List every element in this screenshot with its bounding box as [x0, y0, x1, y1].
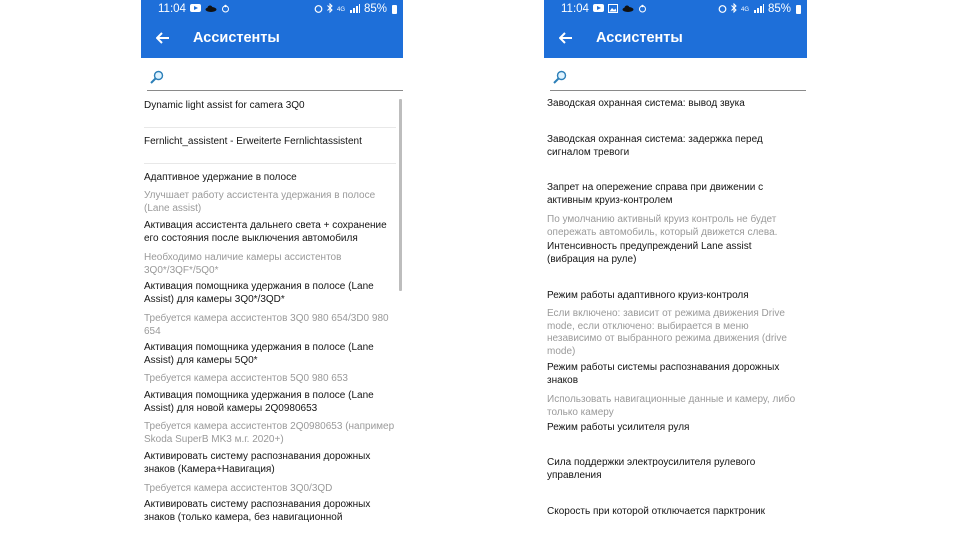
image-icon — [607, 3, 618, 15]
svg-text:4G: 4G — [337, 7, 345, 13]
item-title: Запрет на опережение справа при движении… — [547, 182, 764, 206]
item-title: Активация помощника удержания в полосе (… — [144, 342, 374, 366]
bluetooth-icon — [327, 2, 333, 15]
list-item[interactable]: Режим работы усилителя руля — [547, 421, 801, 434]
back-arrow-icon[interactable] — [153, 28, 173, 48]
list-item[interactable]: Активация помощника удержания в полосе (… — [144, 389, 396, 446]
item-title: Режим работы усилителя руля — [547, 422, 690, 433]
item-title: Заводская охранная система: вывод звука — [547, 98, 745, 109]
list-item[interactable]: Запрет на опережение справа при движении… — [547, 181, 801, 239]
right-screen: 11:04 4G 85% Ассистенты Заводская охранн… — [544, 0, 807, 540]
list-item[interactable]: Fernlicht_assistent - Erweiterte Fernlic… — [144, 135, 396, 148]
left-screen: 11:04 4G 85% Ассистенты Dynamic light as… — [141, 0, 403, 540]
item-title: Активировать систему распознавания дорож… — [144, 499, 371, 523]
item-description: По умолчанию активный круиз контроль не … — [547, 214, 778, 238]
divider — [144, 127, 396, 128]
list-item[interactable]: Заводская охранная система: вывод звука — [547, 97, 801, 110]
signal-icon — [349, 3, 360, 15]
list-item[interactable]: Сила поддержки электроусилителя рулевого… — [547, 456, 801, 482]
item-title: Режим работы адаптивного круиз-контроля — [547, 290, 749, 301]
item-title: Адаптивное удержание в полосе — [144, 172, 297, 183]
item-title: Скорость при которой отключается парктро… — [547, 506, 766, 517]
list-item[interactable]: Заводская охранная система: задержка пер… — [547, 133, 801, 159]
bug-icon — [221, 4, 230, 15]
volte-icon: 4G — [741, 4, 750, 15]
status-time: 11:04 — [158, 3, 186, 15]
item-description: Требуется камера ассистентов 5Q0 980 653 — [144, 373, 348, 384]
status-time: 11:04 — [561, 3, 589, 15]
cloud-icon — [205, 5, 217, 14]
list-item[interactable]: Скорость при которой отключается парктро… — [547, 505, 801, 518]
youtube-icon — [592, 4, 604, 14]
back-arrow-icon[interactable] — [556, 28, 576, 48]
battery-percent: 85% — [767, 3, 791, 15]
list-item[interactable]: Активация помощника удержания в полосе (… — [144, 341, 396, 386]
divider — [144, 163, 396, 164]
list-item[interactable]: Активация ассистента дальнего света + со… — [144, 219, 400, 277]
volte-icon: 4G — [337, 4, 346, 15]
item-description: Требуется камера ассистентов 3Q0/3QD — [144, 483, 333, 494]
item-title: Интенсивность предупреждений Lane assist… — [547, 241, 752, 265]
item-title: Активация помощника удержания в полосе (… — [144, 281, 374, 305]
signal-icon — [753, 3, 764, 15]
list-item[interactable]: Активировать систему распознавания дорож… — [144, 498, 396, 524]
alarm-icon — [314, 4, 323, 15]
battery-percent: 85% — [363, 3, 387, 15]
item-title: Активация ассистента дальнего света + со… — [144, 220, 387, 244]
search-input[interactable] — [572, 66, 800, 84]
youtube-icon — [189, 4, 201, 14]
list-item[interactable]: Dynamic light assist for camera 3Q0 — [144, 99, 396, 112]
item-title: Режим работы системы распознавания дорож… — [547, 362, 780, 386]
cloud-icon — [622, 5, 634, 14]
status-bar: 11:04 4G 85% — [141, 0, 403, 18]
item-description: Использовать навигационные данные и каме… — [547, 394, 796, 418]
svg-text:4G: 4G — [741, 7, 749, 13]
list-item[interactable]: Активировать систему распознавания дорож… — [144, 450, 396, 496]
alarm-icon — [718, 4, 727, 15]
search-icon — [553, 70, 567, 89]
app-bar: Ассистенты — [141, 18, 403, 58]
page-title: Ассистенты — [596, 30, 683, 46]
search-icon — [150, 70, 164, 89]
item-description: Требуется камера ассистентов 2Q0980653 (… — [144, 421, 395, 445]
status-bar: 11:04 4G 85% — [544, 0, 807, 18]
list-item[interactable]: Интенсивность предупреждений Lane assist… — [547, 240, 801, 266]
item-title: Fernlicht_assistent - Erweiterte Fernlic… — [144, 136, 362, 147]
item-description: Требуется камера ассистентов 3Q0 980 654… — [144, 313, 389, 337]
list-item[interactable]: Адаптивное удержание в полосе Улучшает р… — [144, 171, 396, 215]
search-bar[interactable] — [550, 58, 806, 91]
list-item[interactable]: Режим работы системы распознавания дорож… — [547, 361, 801, 419]
search-input[interactable] — [169, 66, 397, 84]
item-description: Улучшает работу ассистента удержания в п… — [144, 190, 376, 214]
battery-icon — [796, 4, 801, 14]
item-title: Заводская охранная система: задержка пер… — [547, 134, 763, 158]
item-title: Сила поддержки электроусилителя рулевого… — [547, 457, 756, 481]
item-description: Необходимо наличие камеры ассистентов 3Q… — [144, 252, 342, 276]
item-title: Активировать систему распознавания дорож… — [144, 451, 371, 475]
item-title: Активация помощника удержания в полосе (… — [144, 390, 374, 414]
page-title: Ассистенты — [193, 30, 280, 46]
list-item[interactable]: Режим работы адаптивного круиз-контроля … — [547, 289, 801, 358]
list-item[interactable]: Активация помощника удержания в полосе (… — [144, 280, 396, 338]
search-bar[interactable] — [147, 58, 403, 91]
item-description: Если включено: зависит от режима движени… — [547, 308, 787, 357]
item-title: Dynamic light assist for camera 3Q0 — [144, 100, 305, 111]
bug-icon — [638, 4, 647, 15]
bluetooth-icon — [731, 2, 737, 15]
battery-icon — [392, 4, 397, 14]
app-bar: Ассистенты — [544, 18, 807, 58]
